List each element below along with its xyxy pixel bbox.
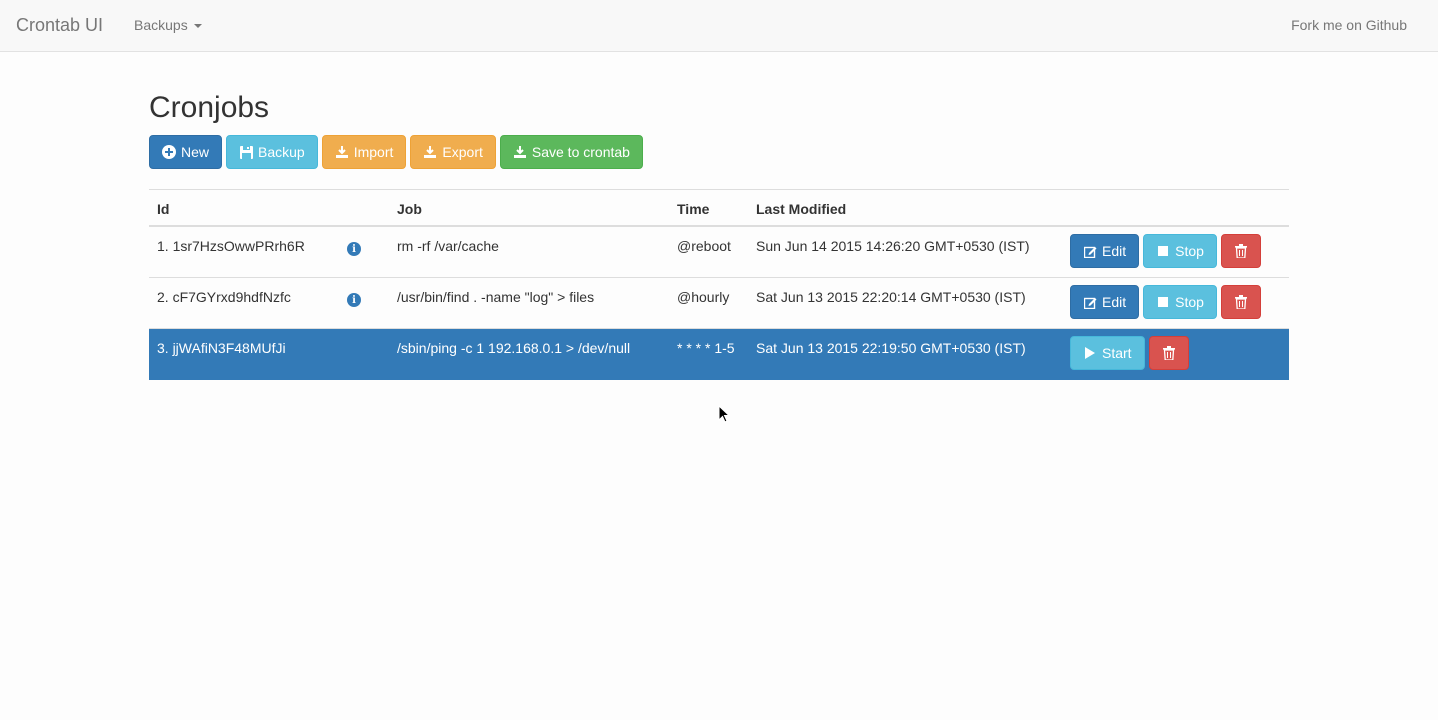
edit-button[interactable]: Edit (1070, 285, 1140, 319)
save-to-crontab-button[interactable]: Save to crontab (499, 135, 643, 169)
fork-github-link[interactable]: Fork me on Github (1291, 17, 1407, 33)
backups-dropdown-label: Backups (134, 17, 188, 33)
import-button[interactable]: Import (321, 135, 407, 169)
start-button-label: Start (1102, 345, 1132, 361)
stop-button[interactable]: Stop (1143, 285, 1217, 319)
backup-button-label: Backup (258, 144, 305, 160)
job-command: /sbin/ping -c 1 192.168.0.1 > /dev/null (397, 340, 631, 356)
job-id: 2. cF7GYrxd9hdfNzfc (157, 289, 291, 305)
edit-icon (1083, 244, 1097, 258)
new-button[interactable]: New (149, 135, 223, 169)
trash-icon (1234, 295, 1248, 309)
job-time: @reboot (677, 238, 731, 254)
table-row[interactable]: 2. cF7GYrxd9hdfNzfc i /usr/bin/find . -n… (149, 278, 1289, 329)
cronjobs-table: Id Job Time Last Modified 1. 1sr7HzsOwwP… (149, 189, 1289, 380)
table-row[interactable]: 1. 1sr7HzsOwwPRrh6R i rm -rf /var/cache … (149, 227, 1289, 278)
mouse-cursor-icon (718, 404, 731, 426)
backup-button[interactable]: Backup (226, 135, 318, 169)
job-last-modified: Sat Jun 13 2015 22:20:14 GMT+0530 (IST) (756, 289, 1026, 305)
stop-icon (1156, 295, 1170, 309)
header-id: Id (157, 201, 170, 217)
trash-icon (1162, 346, 1176, 360)
backups-dropdown[interactable]: Backups (134, 17, 202, 33)
header-last-modified: Last Modified (756, 201, 847, 217)
trash-icon (1234, 244, 1248, 258)
row-actions: Edit Stop (1070, 285, 1261, 319)
info-icon[interactable]: i (347, 293, 361, 307)
export-button-label: Export (442, 144, 483, 160)
job-command: /usr/bin/find . -name "log" > files (397, 289, 595, 305)
brand-link[interactable]: Crontab UI (16, 15, 103, 36)
toolbar: New Backup Import Export Save to crontab (149, 135, 643, 169)
job-id: 3. jjWAfiN3F48MUfJi (157, 340, 286, 356)
plus-circle-icon (162, 145, 176, 159)
delete-button[interactable] (1148, 336, 1189, 370)
import-icon (335, 145, 349, 159)
play-icon (1083, 346, 1097, 360)
stop-button-label: Stop (1175, 243, 1204, 259)
export-button[interactable]: Export (410, 135, 496, 169)
caret-down-icon (193, 24, 202, 28)
job-last-modified: Sat Jun 13 2015 22:19:50 GMT+0530 (IST) (756, 340, 1026, 356)
new-button-label: New (181, 144, 210, 160)
job-time: * * * * 1-5 (677, 340, 735, 356)
navbar: Crontab UI Backups Fork me on Github (0, 0, 1438, 52)
job-id: 1. 1sr7HzsOwwPRrh6R (157, 238, 305, 254)
header-time: Time (677, 201, 710, 217)
import-button-label: Import (353, 144, 394, 160)
stop-button-label: Stop (1175, 294, 1204, 310)
edit-icon (1083, 295, 1097, 309)
start-button[interactable]: Start (1070, 336, 1145, 370)
edit-button-label: Edit (1102, 294, 1127, 310)
edit-button[interactable]: Edit (1070, 234, 1140, 268)
table-row[interactable]: 3. jjWAfiN3F48MUfJi /sbin/ping -c 1 192.… (149, 329, 1289, 380)
delete-button[interactable] (1220, 285, 1261, 319)
info-icon[interactable]: i (347, 242, 361, 256)
download-icon (423, 145, 437, 159)
row-actions: Edit Stop (1070, 234, 1261, 268)
job-time: @hourly (677, 289, 730, 305)
page-title: Cronjobs (149, 91, 270, 124)
job-last-modified: Sun Jun 14 2015 14:26:20 GMT+0530 (IST) (756, 238, 1030, 254)
stop-button[interactable]: Stop (1143, 234, 1217, 268)
delete-button[interactable] (1220, 234, 1261, 268)
table-header: Id Job Time Last Modified (149, 190, 1289, 227)
job-command: rm -rf /var/cache (397, 238, 499, 254)
floppy-disk-icon (239, 145, 253, 159)
edit-button-label: Edit (1102, 243, 1127, 259)
save-to-crontab-button-label: Save to crontab (531, 144, 630, 160)
download-icon (513, 145, 527, 159)
row-actions: Start (1070, 336, 1189, 370)
header-job: Job (397, 201, 422, 217)
stop-icon (1156, 244, 1170, 258)
